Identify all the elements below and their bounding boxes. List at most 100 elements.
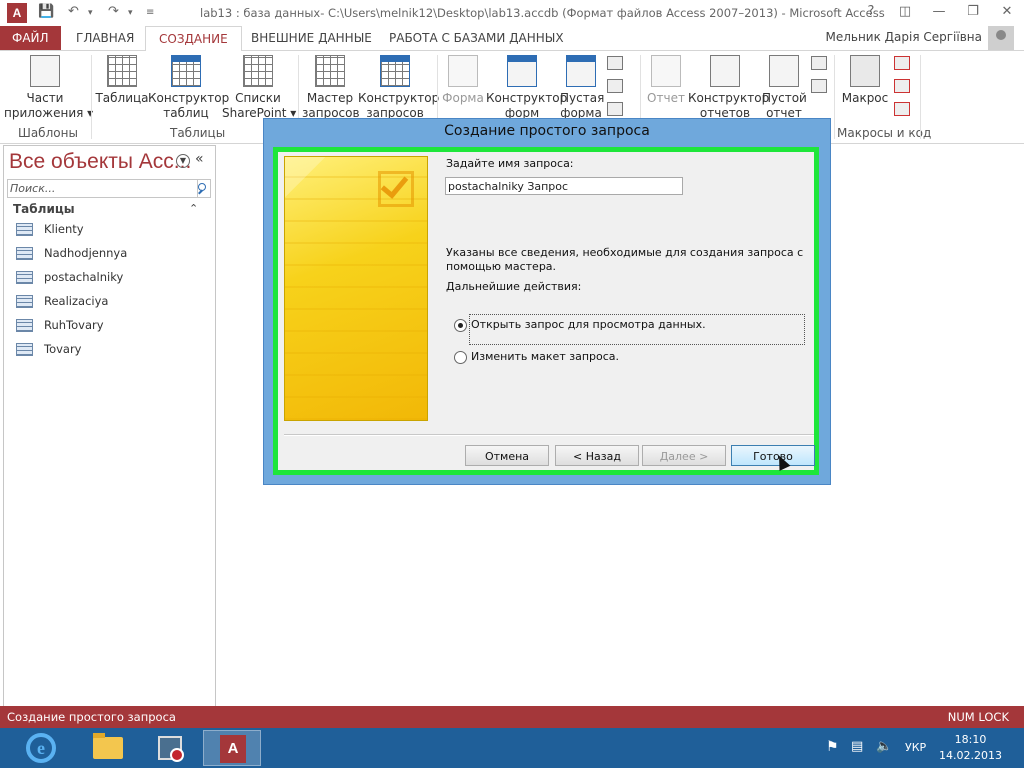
taskbar-app-button[interactable] — [141, 730, 199, 766]
blank-form-icon — [566, 55, 596, 87]
wizard-illustration — [284, 156, 428, 421]
language-indicator[interactable]: УКР — [905, 741, 926, 781]
query-wizard-button[interactable]: Мастер запросов — [302, 55, 360, 121]
checkmark-icon — [378, 171, 414, 207]
query-name-input[interactable]: postachalniky Запрос — [445, 177, 683, 195]
ribbon-separator — [920, 55, 921, 139]
taskbar-ie-button[interactable]: e — [12, 730, 70, 766]
clock-time: 18:10 — [954, 733, 987, 746]
table-icon — [16, 247, 33, 260]
section-collapse-icon[interactable]: ⌃ — [189, 202, 198, 215]
nav-pane-title[interactable]: Все объекты Acc... — [9, 150, 191, 174]
group-tables: Таблицы — [170, 126, 226, 140]
nav-item-nadhodjennya[interactable]: Nadhodjennya — [16, 243, 206, 263]
nav-item-realizaciya[interactable]: Realizaciya — [16, 291, 206, 311]
nav-dropdown-icon[interactable]: ▼ — [176, 154, 190, 168]
close-icon[interactable]: ✕ — [990, 0, 1024, 24]
minimize-icon[interactable]: — — [922, 0, 956, 24]
table-designer-label: Конструктор таблиц — [148, 91, 230, 120]
nav-section-tables[interactable]: Таблицы — [13, 202, 75, 216]
restore-icon[interactable]: ❐ — [956, 0, 990, 24]
status-text: Создание простого запроса — [7, 710, 176, 724]
back-button[interactable]: < Назад — [555, 445, 639, 466]
navigation-pane: Все объекты Acc... ▼ « Поиск... Таблицы … — [3, 145, 216, 707]
tab-home[interactable]: ГЛАВНАЯ — [63, 26, 147, 50]
dialog-title[interactable]: Создание простого запроса — [264, 123, 830, 139]
app-parts-icon — [30, 55, 60, 87]
table-icon — [16, 295, 33, 308]
form-button[interactable]: Форма — [441, 55, 485, 106]
tab-external-data[interactable]: ВНЕШНИЕ ДАННЫЕ — [238, 26, 385, 50]
table-designer-button[interactable]: Конструктор таблиц — [148, 55, 230, 121]
labels-icon[interactable] — [811, 79, 827, 93]
redo-dropdown-icon[interactable]: ▾ — [128, 8, 133, 18]
tab-file[interactable]: ФАЙЛ — [0, 26, 61, 50]
nav-item-label: postachalniky — [44, 270, 124, 284]
flag-icon[interactable]: ⚑ — [826, 739, 839, 779]
taskbar-explorer-button[interactable] — [79, 730, 137, 766]
report-designer-icon — [710, 55, 740, 87]
num-lock-indicator: NUM LOCK — [947, 710, 1009, 724]
navigation-icon[interactable] — [607, 79, 623, 93]
avatar[interactable] — [988, 26, 1014, 50]
table-icon — [16, 343, 33, 356]
more-forms-icon[interactable] — [607, 102, 623, 116]
cancel-button[interactable]: Отмена — [465, 445, 549, 466]
nav-item-label: Realizaciya — [44, 294, 109, 308]
report-wizard-icon[interactable] — [811, 56, 827, 70]
visual-basic-icon[interactable] — [894, 102, 910, 116]
macro-button[interactable]: Макрос — [838, 55, 892, 106]
redo-icon[interactable]: ↷ — [108, 4, 119, 19]
save-icon[interactable]: 💾 — [38, 4, 54, 19]
blank-report-label: Пустой отчет — [762, 91, 807, 120]
open-query-radio[interactable] — [454, 319, 467, 332]
nav-item-klienty[interactable]: Klienty — [16, 219, 206, 239]
help-icon[interactable]: ? — [854, 0, 888, 24]
access-app-icon[interactable]: A — [7, 3, 27, 23]
nav-collapse-icon[interactable]: « — [195, 151, 204, 167]
report-designer-button[interactable]: Конструктор отчетов — [688, 55, 769, 121]
nav-item-label: Tovary — [44, 342, 82, 356]
undo-dropdown-icon[interactable]: ▾ — [88, 8, 93, 18]
ribbon-display-icon[interactable]: ◫ — [888, 0, 922, 24]
nav-search-input[interactable]: Поиск... — [7, 179, 198, 198]
ribbon-tabs: ФАЙЛ ГЛАВНАЯ СОЗДАНИЕ ВНЕШНИЕ ДАННЫЕ РАБ… — [0, 26, 1024, 52]
open-query-label[interactable]: Открыть запрос для просмотра данных. — [471, 318, 706, 331]
user-name[interactable]: Мельник Дарія Сергіївна — [825, 30, 982, 44]
group-macros-code: Макросы и код — [837, 126, 932, 140]
search-icon[interactable] — [194, 179, 211, 198]
finish-button[interactable]: Готово — [731, 445, 815, 466]
app-parts-button[interactable]: Части приложения ▾ — [4, 55, 93, 121]
modify-design-radio[interactable] — [454, 351, 467, 364]
nav-item-tovary[interactable]: Tovary — [16, 339, 206, 359]
customize-qat-icon[interactable]: ≡ — [146, 7, 154, 18]
query-designer-label: Конструктор запросов — [358, 91, 440, 120]
query-designer-button[interactable]: Конструктор запросов — [358, 55, 440, 121]
clock[interactable]: 18:10 14.02.2013 — [939, 732, 1002, 764]
tab-database-tools[interactable]: РАБОТА С БАЗАМИ ДАННЫХ — [376, 26, 577, 50]
table-icon — [16, 223, 33, 236]
blank-report-button[interactable]: Пустой отчет — [762, 55, 807, 121]
network-icon[interactable]: ▤ — [851, 739, 863, 779]
class-module-icon[interactable] — [894, 79, 910, 93]
module-icon[interactable] — [894, 56, 910, 70]
taskbar-access-button[interactable]: A — [203, 730, 261, 766]
modify-design-label[interactable]: Изменить макет запроса. — [471, 350, 619, 363]
sharepoint-lists-icon — [243, 55, 273, 87]
blank-form-button[interactable]: Пустая форма — [560, 55, 604, 121]
next-button[interactable]: Далее > — [642, 445, 726, 466]
tab-create[interactable]: СОЗДАНИЕ — [145, 26, 242, 52]
table-button[interactable]: Таблица — [95, 55, 149, 106]
sharepoint-lists-button[interactable]: Списки SharePoint ▾ — [222, 55, 296, 121]
form-designer-icon — [507, 55, 537, 87]
report-button[interactable]: Отчет — [644, 55, 688, 106]
nav-item-ruhtovary[interactable]: RuhTovary — [16, 315, 206, 335]
nav-item-postachalniky[interactable]: postachalniky — [16, 267, 206, 287]
ribbon-separator — [91, 55, 92, 139]
form-label: Форма — [442, 91, 484, 105]
undo-icon[interactable]: ↶ — [68, 4, 79, 19]
info-text-line2: помощью мастера. — [446, 260, 557, 273]
volume-icon[interactable]: 🔈 — [876, 739, 892, 779]
form-wizard-icon[interactable] — [607, 56, 623, 70]
form-designer-button[interactable]: Конструктор форм — [486, 55, 567, 121]
